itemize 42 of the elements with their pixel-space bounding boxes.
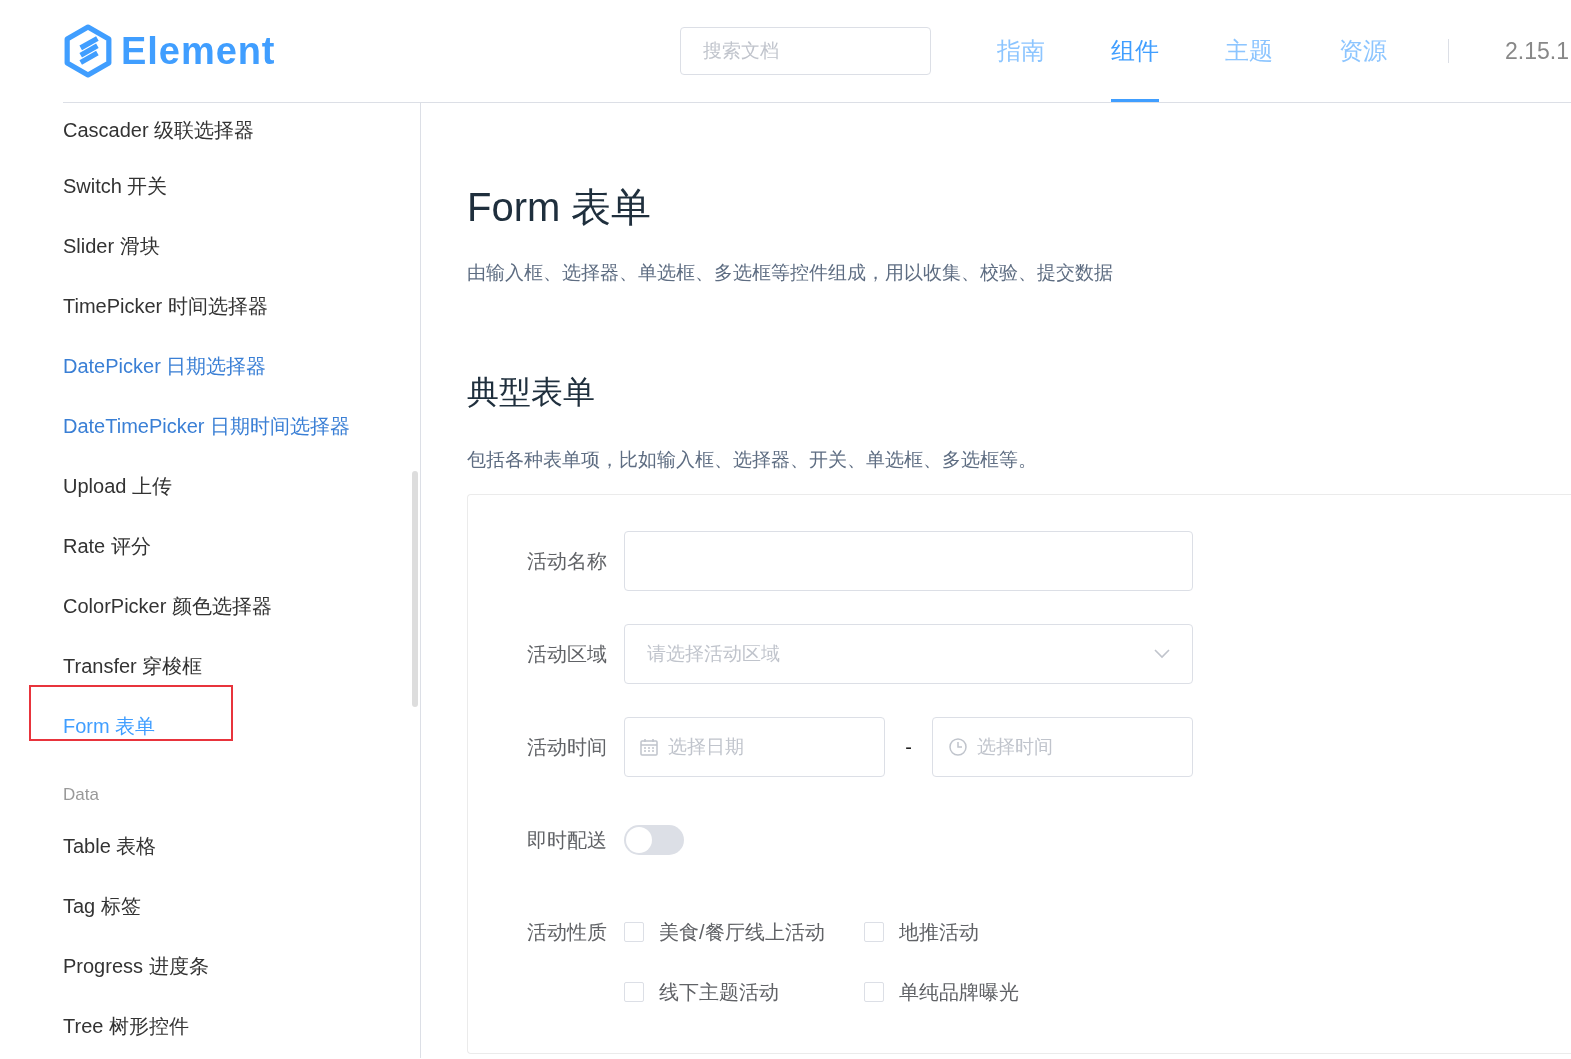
checkbox[interactable] bbox=[864, 982, 884, 1002]
checkbox[interactable] bbox=[624, 982, 644, 1002]
sidebar-item[interactable]: Tag 标签 bbox=[63, 891, 141, 921]
page-description: 由输入框、选择器、单选框、多选框等控件组成，用以收集、校验、提交数据 bbox=[467, 261, 1114, 285]
toggle-switch[interactable] bbox=[624, 825, 684, 855]
sidebar-item[interactable]: Switch 开关 bbox=[63, 171, 168, 201]
clock-icon bbox=[949, 738, 967, 756]
checkbox-label[interactable]: 线下主题活动 bbox=[659, 977, 779, 1007]
calendar-icon bbox=[640, 738, 658, 756]
form-label: 活动性质 bbox=[526, 920, 607, 945]
sidebar-item[interactable]: Tree 树形控件 bbox=[63, 1011, 189, 1041]
checkbox-label[interactable]: 美食/餐厅线上活动 bbox=[659, 917, 825, 947]
sidebar-item[interactable]: Upload 上传 bbox=[63, 471, 172, 501]
sidebar-item[interactable]: Cascader 级联选择器 bbox=[63, 114, 255, 145]
checkbox-label[interactable]: 单纯品牌曝光 bbox=[899, 977, 1019, 1007]
logo-icon bbox=[63, 22, 113, 80]
scrollbar-thumb[interactable] bbox=[412, 471, 418, 707]
sidebar-item[interactable]: Rate 评分 bbox=[63, 531, 151, 561]
form-label: 即时配送 bbox=[526, 828, 607, 853]
form-label: 活动名称 bbox=[526, 549, 607, 574]
form-label: 活动时间 bbox=[526, 735, 607, 760]
sidebar-item[interactable]: Transfer 穿梭框 bbox=[63, 651, 203, 681]
input-field[interactable] bbox=[624, 531, 1193, 591]
sidebar-item[interactable]: ColorPicker 颜色选择器 bbox=[63, 591, 272, 621]
checkbox-label[interactable]: 地推活动 bbox=[899, 917, 979, 947]
search-field[interactable]: 搜索文档 bbox=[680, 27, 932, 75]
chevron-down-icon bbox=[1154, 649, 1170, 659]
sidebar-item[interactable]: TimePicker 时间选择器 bbox=[63, 291, 268, 321]
version-selector[interactable]: 2.15.1 bbox=[1505, 33, 1569, 69]
section-description: 包括各种表单项，比如输入框、选择器、开关、单选框、多选框等。 bbox=[467, 447, 1038, 472]
sidebar-item[interactable]: Slider 滑块 bbox=[63, 231, 160, 261]
form-label: 活动区域 bbox=[526, 642, 607, 667]
checkbox[interactable] bbox=[624, 922, 644, 942]
sidebar-item[interactable]: Progress 进度条 bbox=[63, 951, 209, 981]
group-title: Data bbox=[63, 783, 99, 806]
range-separator: - bbox=[904, 735, 913, 760]
checkbox[interactable] bbox=[864, 922, 884, 942]
sidebar-item[interactable]: Table 表格 bbox=[63, 831, 157, 861]
section-title: 典型表单 bbox=[467, 372, 596, 412]
sidebar-item[interactable]: DatePicker 日期选择器 bbox=[63, 351, 267, 381]
sidebar-item[interactable]: DateTimePicker 日期时间选择器 bbox=[63, 411, 351, 441]
page-title: Form 表单 bbox=[467, 184, 653, 231]
